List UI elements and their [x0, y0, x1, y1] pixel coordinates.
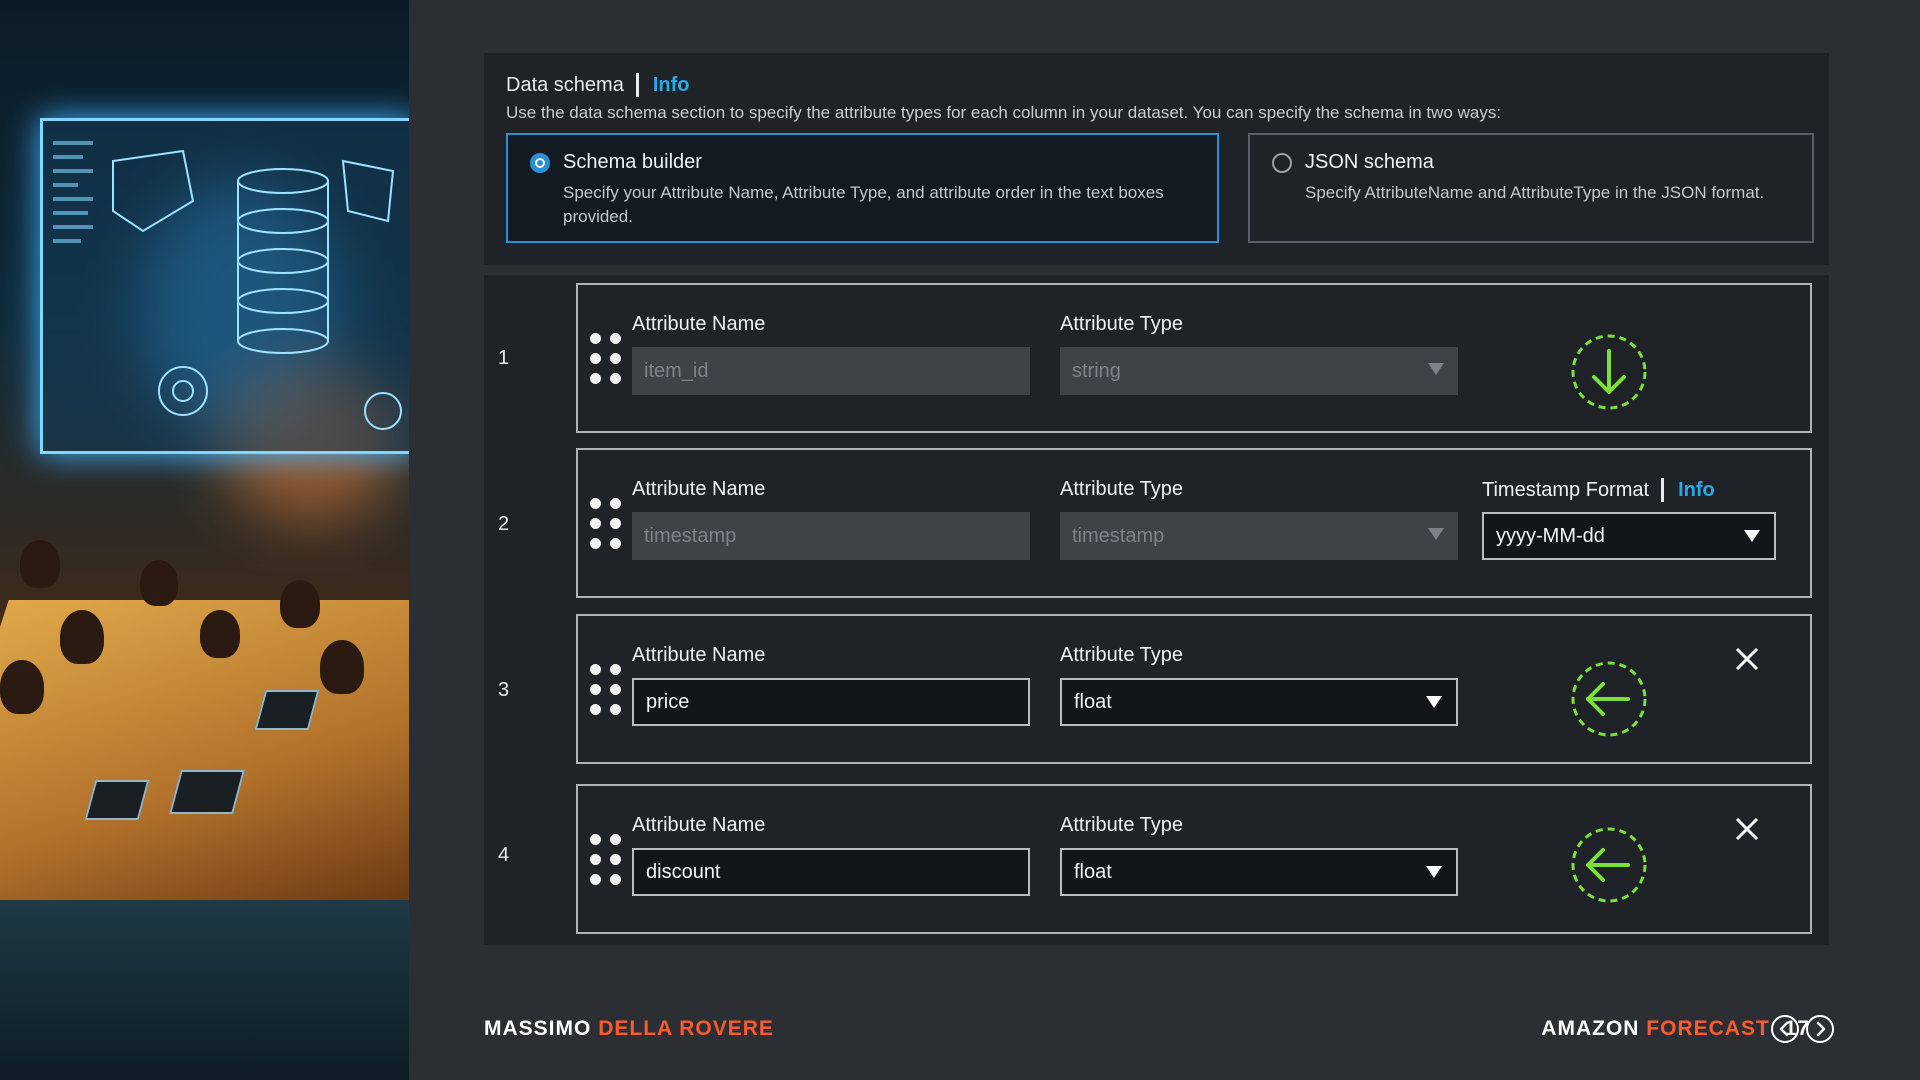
author-last-name: DELLA ROVERE: [598, 1017, 774, 1040]
attribute-type-value: string: [1072, 359, 1121, 382]
json-schema-description: Specify AttributeName and AttributeType …: [1305, 183, 1765, 202]
attribute-type-select: timestamp: [1060, 512, 1458, 560]
attribute-type-select: string: [1060, 347, 1458, 395]
close-icon[interactable]: [1734, 646, 1760, 672]
product-brand: AMAZON: [1541, 1017, 1640, 1040]
attribute-type-select[interactable]: float: [1060, 678, 1458, 726]
attribute-type-label: Attribute Type: [1060, 478, 1184, 500]
arrow-left-icon: [1571, 827, 1647, 903]
timestamp-info-link[interactable]: Info: [1678, 479, 1715, 502]
timestamp-format-header: Timestamp Format Info: [1482, 478, 1715, 502]
tablet: [84, 780, 150, 820]
attribute-name-value: item_id: [644, 359, 709, 382]
attribute-type-value: float: [1074, 860, 1112, 883]
drag-handle-icon[interactable]: [590, 333, 624, 385]
previous-page-icon[interactable]: [1770, 1014, 1800, 1044]
data-schema-title: Data schema: [506, 73, 624, 96]
laptop: [254, 690, 320, 730]
data-schema-description: Use the data schema section to specify t…: [506, 103, 1502, 122]
attribute-name-input: item_id: [632, 347, 1030, 395]
attribute-name-value: timestamp: [644, 524, 737, 547]
attribute-row: Attribute Name item_id Attribute Type st…: [576, 283, 1812, 433]
author-first-name: MASSIMO: [484, 1017, 592, 1040]
chevron-down-icon: [1426, 696, 1442, 708]
attribute-type-value: float: [1074, 690, 1112, 713]
attribute-row: Attribute Name timestamp Attribute Type …: [576, 448, 1812, 598]
schema-builder-radio[interactable]: [530, 153, 550, 173]
attribute-type-select[interactable]: float: [1060, 848, 1458, 896]
attribute-type-label: Attribute Type: [1060, 814, 1184, 836]
data-visualization-screen: [40, 118, 409, 454]
timestamp-format-select[interactable]: yyyy-MM-dd: [1482, 512, 1776, 560]
attribute-row: Attribute Name price Attribute Type floa…: [576, 614, 1812, 764]
chevron-down-icon: [1428, 363, 1444, 375]
timestamp-format-label: Timestamp Format: [1482, 478, 1650, 501]
drag-handle-icon[interactable]: [590, 498, 624, 550]
attribute-name-value: price: [646, 690, 690, 713]
person: [280, 580, 320, 628]
schema-builder-description: Specify your Attribute Name, Attribute T…: [563, 183, 1164, 226]
attribute-name-input: timestamp: [632, 512, 1030, 560]
row-number: 3: [498, 679, 510, 701]
arrow-down-icon: [1571, 334, 1647, 410]
attribute-name-input[interactable]: price: [632, 678, 1030, 726]
person: [140, 560, 178, 606]
info-link[interactable]: Info: [653, 74, 690, 97]
laptop: [169, 770, 245, 814]
attribute-name-value: discount: [646, 860, 721, 883]
json-schema-radio[interactable]: [1272, 153, 1292, 173]
attribute-row: Attribute Name discount Attribute Type f…: [576, 784, 1812, 934]
attribute-name-label: Attribute Name: [632, 814, 766, 836]
data-schema-header: Data schema Info: [506, 73, 690, 97]
floor: [0, 900, 409, 1080]
author-credit: MASSIMO DELLA ROVERE: [484, 1017, 774, 1041]
person: [0, 660, 44, 714]
product-name: FORECAST: [1646, 1017, 1770, 1040]
timestamp-format-value: yyyy-MM-dd: [1496, 524, 1605, 547]
chevron-down-icon: [1744, 530, 1760, 542]
json-schema-option[interactable]: JSON schema Specify AttributeName and At…: [1248, 133, 1814, 243]
row-number: 2: [498, 513, 510, 535]
attribute-name-input[interactable]: discount: [632, 848, 1030, 896]
attribute-type-label: Attribute Type: [1060, 313, 1184, 335]
row-number: 1: [498, 347, 510, 369]
person: [60, 610, 104, 664]
attribute-name-label: Attribute Name: [632, 644, 766, 666]
drag-handle-icon[interactable]: [590, 664, 624, 716]
chevron-down-icon: [1428, 528, 1444, 540]
next-page-icon[interactable]: [1805, 1014, 1835, 1044]
json-schema-title: JSON schema: [1305, 151, 1434, 173]
schema-builder-title: Schema builder: [563, 151, 702, 173]
divider: [1661, 478, 1665, 502]
attribute-name-label: Attribute Name: [632, 313, 766, 335]
chevron-down-icon: [1426, 866, 1442, 878]
close-icon[interactable]: [1734, 816, 1760, 842]
drag-handle-icon[interactable]: [590, 834, 624, 886]
person: [200, 610, 240, 658]
illustration-panel: [0, 0, 409, 1080]
attribute-type-value: timestamp: [1072, 524, 1165, 547]
data-schema-panel: Data schema Info Use the data schema sec…: [484, 53, 1829, 265]
person: [320, 640, 364, 694]
row-number: 4: [498, 844, 510, 866]
person: [20, 540, 60, 588]
attribute-list-panel: 1 Attribute Name item_id Attribute Type …: [484, 275, 1829, 945]
schema-builder-option[interactable]: Schema builder Specify your Attribute Na…: [506, 133, 1219, 243]
attribute-name-label: Attribute Name: [632, 478, 766, 500]
divider: [635, 73, 639, 97]
attribute-type-label: Attribute Type: [1060, 644, 1184, 666]
arrow-left-icon: [1571, 661, 1647, 737]
